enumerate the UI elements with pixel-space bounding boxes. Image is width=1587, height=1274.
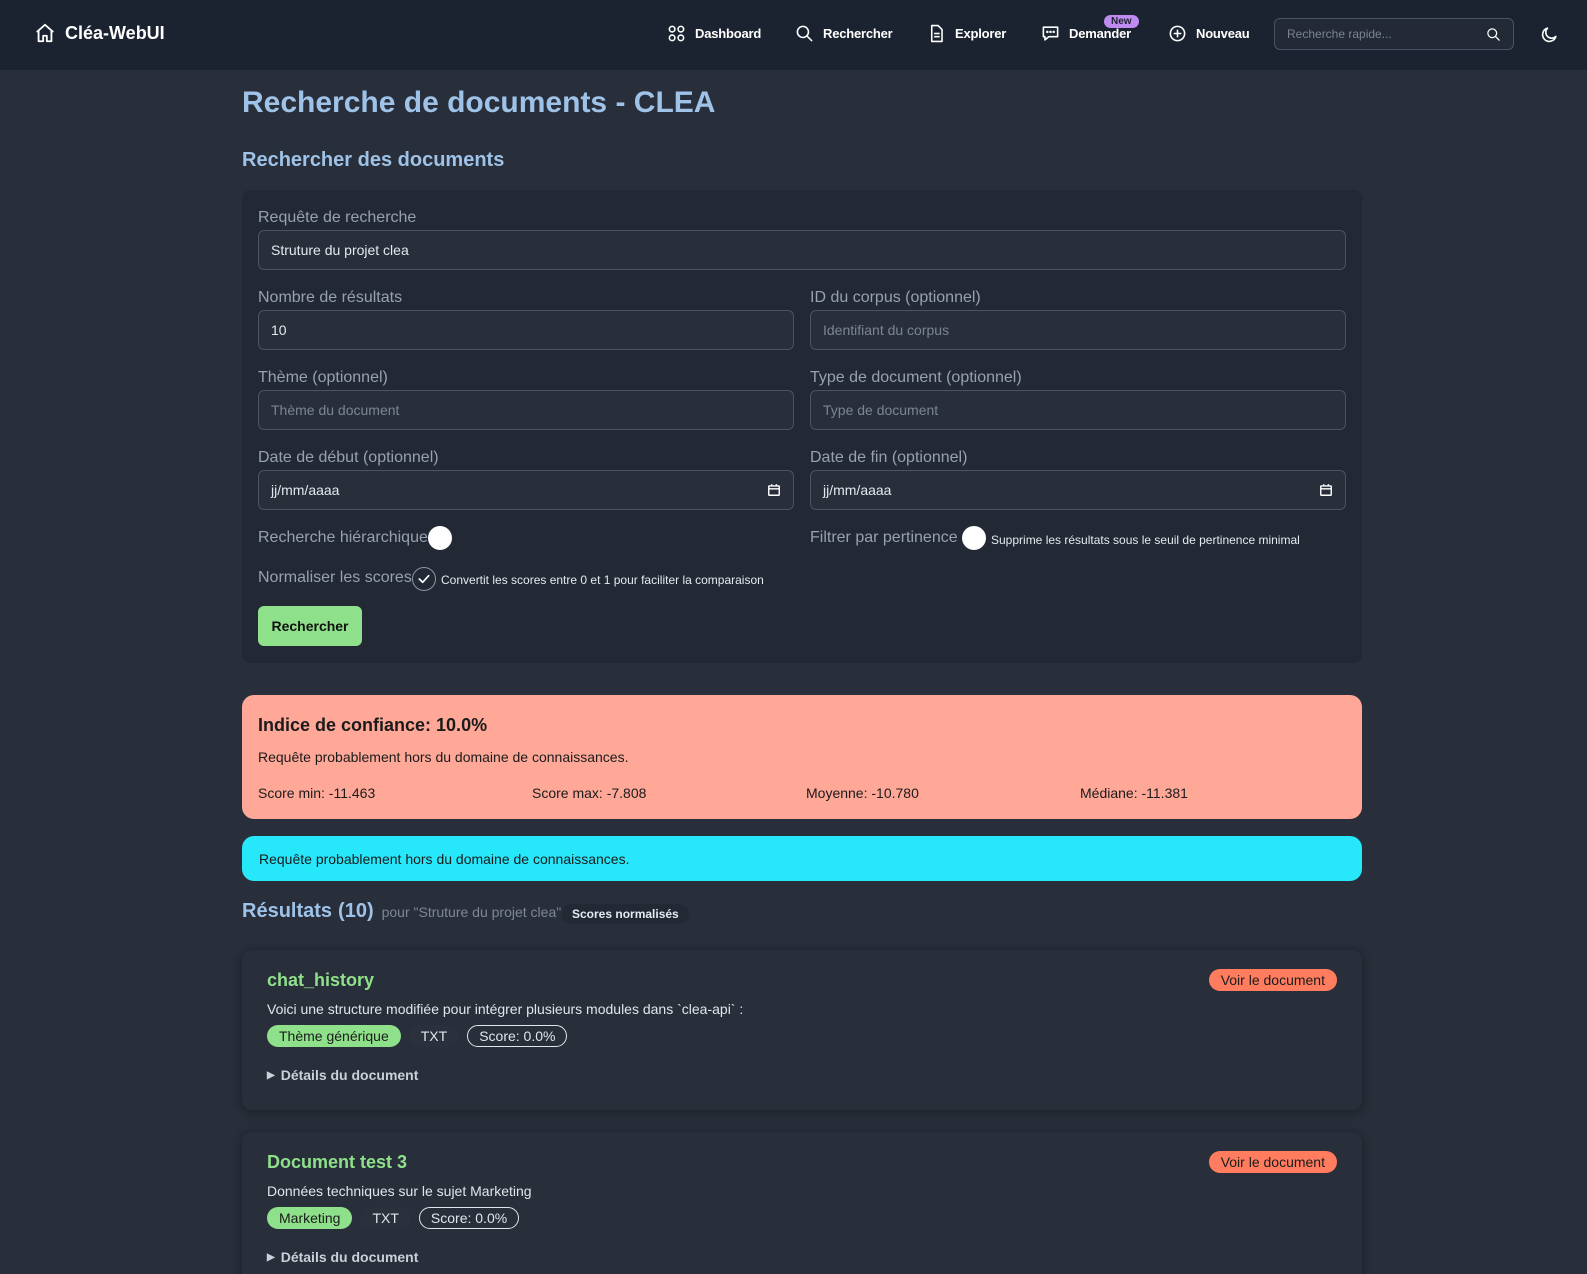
- brand-name: Cléa-WebUI: [65, 22, 165, 43]
- normalize-checkbox[interactable]: [412, 567, 436, 591]
- normalize-hint: Convertit les scores entre 0 et 1 pour f…: [441, 573, 764, 587]
- result-title[interactable]: Document test 3: [267, 1152, 407, 1173]
- chat-icon: [1042, 26, 1059, 41]
- confidence-title: Indice de confiance: 10.0%: [258, 715, 488, 735]
- nav-label: Rechercher: [823, 26, 893, 41]
- calendar-icon[interactable]: [1319, 483, 1333, 497]
- moon-icon[interactable]: [1540, 25, 1559, 44]
- theme-input[interactable]: [271, 402, 781, 418]
- new-badge: New: [1104, 15, 1139, 28]
- results-count: (10): [338, 900, 374, 922]
- filter-label: Filtrer par pertinence: [810, 529, 958, 546]
- query-input[interactable]: [271, 242, 1333, 258]
- nresults-label: Nombre de résultats: [258, 289, 403, 306]
- doctype-input[interactable]: [823, 402, 1333, 418]
- score-tag: Score: 0.0%: [418, 1207, 520, 1229]
- search-button[interactable]: Rechercher: [258, 606, 362, 646]
- score-median: Médiane: -11.381: [1080, 785, 1188, 801]
- document-icon: [930, 24, 943, 43]
- grid-icon: [668, 25, 685, 42]
- search-icon: [796, 25, 813, 42]
- details-label: Détails du document: [280, 1249, 419, 1265]
- query-field: [258, 230, 1346, 270]
- score-max: Score max: -7.808: [532, 785, 647, 801]
- theme-tag: Marketing: [267, 1207, 353, 1229]
- nav-label: Dashboard: [695, 26, 762, 41]
- nav-nouveau[interactable]: Nouveau: [1168, 24, 1250, 43]
- filter-toggle[interactable]: [962, 526, 986, 550]
- triangle-right-icon: ▶: [267, 1069, 275, 1081]
- nresults-input[interactable]: [271, 322, 781, 338]
- hierarchical-label: Recherche hiérarchique: [258, 529, 428, 546]
- navbar: Cléa-WebUI Dashboard Rechercher Explorer…: [0, 0, 1587, 70]
- info-alert: Requête probablement hors du domaine de …: [242, 836, 1362, 881]
- doctype-field: [810, 390, 1346, 430]
- view-document-button[interactable]: Voir le document: [1208, 1151, 1337, 1173]
- nav-label: Demander: [1069, 26, 1131, 41]
- filter-hint: Supprime les résultats sous le seuil de …: [991, 533, 1300, 547]
- result-tags: Marketing TXT Score: 0.0%: [267, 1207, 520, 1229]
- document-details-toggle[interactable]: ▶ Détails du document: [267, 1249, 418, 1265]
- nav-rechercher[interactable]: Rechercher: [795, 24, 893, 43]
- brand-link[interactable]: Cléa-WebUI: [34, 22, 165, 44]
- check-icon: [418, 574, 430, 584]
- document-details-toggle[interactable]: ▶ Détails du document: [267, 1067, 418, 1083]
- end-date-value: jj/mm/aaaa: [823, 482, 892, 498]
- quick-search: [1274, 18, 1514, 50]
- corpus-input[interactable]: [823, 322, 1333, 338]
- corpus-field: [810, 310, 1346, 350]
- hierarchical-toggle[interactable]: [428, 526, 452, 550]
- search-icon[interactable]: [1486, 27, 1501, 42]
- end-date-input[interactable]: jj/mm/aaaa: [810, 470, 1346, 510]
- result-description: Voici une structure modifiée pour intégr…: [267, 1001, 744, 1017]
- result-card: Document test 3 Voir le document Données…: [242, 1132, 1362, 1274]
- score-tag: Score: 0.0%: [467, 1025, 568, 1047]
- details-label: Détails du document: [280, 1067, 419, 1083]
- nav-label: Explorer: [955, 26, 1007, 41]
- triangle-right-icon: ▶: [267, 1251, 275, 1263]
- nav-dashboard[interactable]: Dashboard: [667, 24, 761, 43]
- result-tags: Thème générique TXT Score: 0.0%: [267, 1025, 568, 1047]
- plus-circle-icon: [1169, 25, 1186, 42]
- page-title: Recherche de documents - CLEA: [242, 86, 716, 119]
- confidence-message: Requête probablement hors du domaine de …: [258, 749, 629, 765]
- calendar-icon[interactable]: [767, 483, 781, 497]
- theme-field: [258, 390, 794, 430]
- section-title: Rechercher des documents: [242, 149, 505, 171]
- nav-explorer[interactable]: Explorer: [927, 24, 1006, 43]
- nav-label: Nouveau: [1196, 26, 1250, 41]
- theme-label: Thème (optionnel): [258, 369, 388, 386]
- results-header: Résultats (10) pour "Struture du projet …: [242, 900, 561, 923]
- results-title: Résultats: [242, 900, 333, 922]
- results-query: pour "Struture du projet clea": [381, 904, 562, 920]
- theme-tag: Thème générique: [267, 1025, 401, 1047]
- end-date-label: Date de fin (optionnel): [810, 449, 968, 466]
- normalize-label: Normaliser les scores: [258, 569, 412, 586]
- result-card: chat_history Voir le document Voici une …: [242, 950, 1362, 1110]
- home-icon: [36, 23, 54, 43]
- start-date-value: jj/mm/aaaa: [271, 482, 340, 498]
- view-document-button[interactable]: Voir le document: [1208, 969, 1337, 991]
- result-title[interactable]: chat_history: [267, 970, 374, 991]
- corpus-label: ID du corpus (optionnel): [810, 289, 981, 306]
- result-description: Données techniques sur le sujet Marketin…: [267, 1183, 532, 1199]
- start-date-label: Date de début (optionnel): [258, 449, 439, 466]
- type-tag: TXT: [408, 1025, 460, 1047]
- doctype-label: Type de document (optionnel): [810, 369, 1022, 386]
- score-min: Score min: -11.463: [258, 785, 376, 801]
- nresults-field: [258, 310, 794, 350]
- score-mean: Moyenne: -10.780: [806, 785, 919, 801]
- type-tag: TXT: [360, 1207, 411, 1229]
- normalized-badge: Scores normalisés: [562, 904, 689, 924]
- confidence-card: Indice de confiance: 10.0% Requête proba…: [242, 695, 1362, 819]
- quick-search-input[interactable]: [1287, 27, 1486, 41]
- start-date-input[interactable]: jj/mm/aaaa: [258, 470, 794, 510]
- query-label: Requête de recherche: [258, 209, 417, 226]
